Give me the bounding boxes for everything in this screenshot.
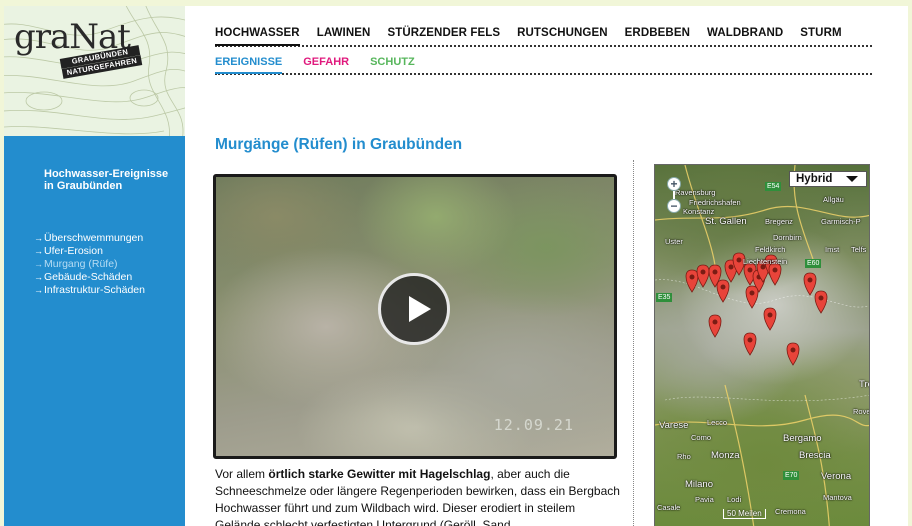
tab-gefahr[interactable]: GEFAHR <box>303 56 349 73</box>
map-widget[interactable]: Ravensburg Friedrichshafen Konstanz St. … <box>654 164 870 526</box>
sidebar-item-label: Gebäude-Schäden <box>44 271 133 283</box>
video-player[interactable]: 12.09.21 <box>213 174 617 459</box>
article-text-intro: Vor allem <box>215 467 269 481</box>
nav-stuerzender-fels[interactable]: STÜRZENDER FELS <box>387 27 500 45</box>
map-marker-icon <box>716 279 730 303</box>
map-scale: 50 Meilen <box>723 509 766 519</box>
map-label-allgaeu: Allgäu <box>823 195 844 204</box>
video-timestamp: 12.09.21 <box>493 416 574 434</box>
map-marker-icon <box>685 269 699 293</box>
arrow-right-icon: → <box>34 272 43 282</box>
map-label-monza: Monza <box>711 450 740 461</box>
map-label-ravensburg: Ravensburg <box>675 188 716 197</box>
map-label-imst: Imst <box>825 245 840 254</box>
map-label-pavia: Pavia <box>695 495 714 504</box>
article-text: Vor allem örtlich starke Gewitter mit Ha… <box>215 466 620 526</box>
sidebar-item-label: Ufer-Erosion <box>44 245 103 257</box>
map-marker-icon <box>814 290 828 314</box>
sidebar-item-label: Überschwemmungen <box>44 232 144 244</box>
map-label-varese: Varese <box>659 420 689 431</box>
page-title: Murgänge (Rüfen) in Graubünden <box>215 136 463 153</box>
sidebar-item-gebaeude-schaeden[interactable]: →Gebäude-Schäden <box>34 271 145 284</box>
arrow-right-icon: → <box>34 285 43 295</box>
map-label-telfs: Telfs <box>851 245 867 254</box>
map-marker-icon <box>768 262 782 286</box>
map-label-uster: Uster <box>665 237 683 246</box>
tab-schutz[interactable]: SCHUTZ <box>370 56 415 73</box>
map-marker-icon <box>786 342 800 366</box>
map-marker-icon <box>743 332 757 356</box>
map-zoom-control: + − <box>667 177 681 213</box>
zoom-out-button[interactable]: − <box>667 199 681 213</box>
map-marker-icon <box>745 285 759 309</box>
map-road-e35: E35 <box>656 293 673 302</box>
sidebar-list: →Überschwemmungen →Ufer-Erosion →Murgang… <box>34 232 145 297</box>
map-label-friedrichshafen: Friedrichshafen <box>689 198 741 207</box>
sidebar-item-ueberschwemmungen[interactable]: →Überschwemmungen <box>34 232 145 245</box>
map-label-konstanz: Konstanz <box>683 207 715 216</box>
tab-ereignisse[interactable]: EREIGNISSE <box>215 56 283 74</box>
map-label-tre: Tre <box>859 379 869 390</box>
sidebar-title: Hochwasser-Ereignisse in Graubünden <box>44 168 169 192</box>
sidebar-item-label: Infrastruktur-Schäden <box>44 284 145 296</box>
sidebar-item-ufer-erosion[interactable]: →Ufer-Erosion <box>34 245 145 258</box>
map-label-dornbirn: Dornbirn <box>773 233 802 242</box>
column-divider <box>633 160 634 526</box>
map-label-lodi: Lodi <box>727 495 742 504</box>
map-label-rove: Rove <box>853 407 870 416</box>
arrow-right-icon: → <box>34 246 43 256</box>
nav-sturm[interactable]: STURM <box>800 27 841 45</box>
map-label-brescia: Brescia <box>799 450 831 461</box>
map-marker-icon <box>708 314 722 338</box>
map-label-liechtenstein: Liechtenstein <box>743 257 788 266</box>
nav-waldbrand[interactable]: WALDBRAND <box>707 27 783 45</box>
map-road-e60: E60 <box>805 259 822 268</box>
sidebar-item-label: Murgang (Rüfe) <box>44 258 118 270</box>
nav-erdbeben[interactable]: ERDBEBEN <box>625 27 690 45</box>
arrow-right-icon: → <box>34 259 43 269</box>
map-label-garmisch: Garmisch-P <box>821 217 861 226</box>
sidebar-item-infrastruktur-schaeden[interactable]: →Infrastruktur-Schäden <box>34 284 145 297</box>
nav-lawinen[interactable]: LAWINEN <box>317 27 371 45</box>
primary-nav: HOCHWASSER LAWINEN STÜRZENDER FELS RUTSC… <box>215 27 872 47</box>
map-markers <box>685 252 828 366</box>
nav-hochwasser[interactable]: HOCHWASSER <box>215 27 300 46</box>
map-type-select[interactable]: Hybrid <box>789 171 867 187</box>
map-label-mantova: Mantova <box>823 493 852 502</box>
secondary-nav: EREIGNISSE GEFAHR SCHUTZ <box>215 56 872 75</box>
arrow-right-icon: → <box>34 233 43 243</box>
zoom-in-button[interactable]: + <box>667 177 681 191</box>
map-label-bergamo: Bergamo <box>783 433 822 444</box>
map-marker-icon <box>696 264 710 288</box>
map-label-casale: Casale <box>657 503 681 512</box>
article-text-highlight: örtlich starke Gewitter mit Hagelschlag <box>268 467 491 481</box>
map-label-lecco: Lecco <box>707 418 728 427</box>
map-label-milano: Milano <box>685 479 713 490</box>
map-road-e54: E54 <box>765 182 782 191</box>
map-label-como: Como <box>691 433 712 442</box>
map-road-e70: E70 <box>783 471 800 480</box>
sidebar: Hochwasser-Ereignisse in Graubünden →Übe… <box>4 136 185 526</box>
map-label-bregenz: Bregenz <box>765 217 793 226</box>
map-marker-icon <box>803 272 817 296</box>
page: graNat GRAUBÜNDEN NATURGEFAHREN Hochwass… <box>4 6 908 526</box>
logo[interactable]: graNat GRAUBÜNDEN NATURGEFAHREN <box>4 6 185 136</box>
zoom-slider-track[interactable] <box>673 191 675 199</box>
map-label-feldkirch: Feldkirch <box>755 245 786 254</box>
sidebar-item-murgang[interactable]: →Murgang (Rüfe) <box>34 258 145 271</box>
map-label-cremona: Cremona <box>775 507 806 516</box>
map-label-rho: Rho <box>677 452 691 461</box>
map-label-verona: Verona <box>821 471 852 482</box>
map-marker-icon <box>763 307 777 331</box>
map-label-st-gallen: St. Gallen <box>705 216 747 227</box>
nav-rutschungen[interactable]: RUTSCHUNGEN <box>517 27 608 45</box>
play-button[interactable] <box>378 273 450 345</box>
